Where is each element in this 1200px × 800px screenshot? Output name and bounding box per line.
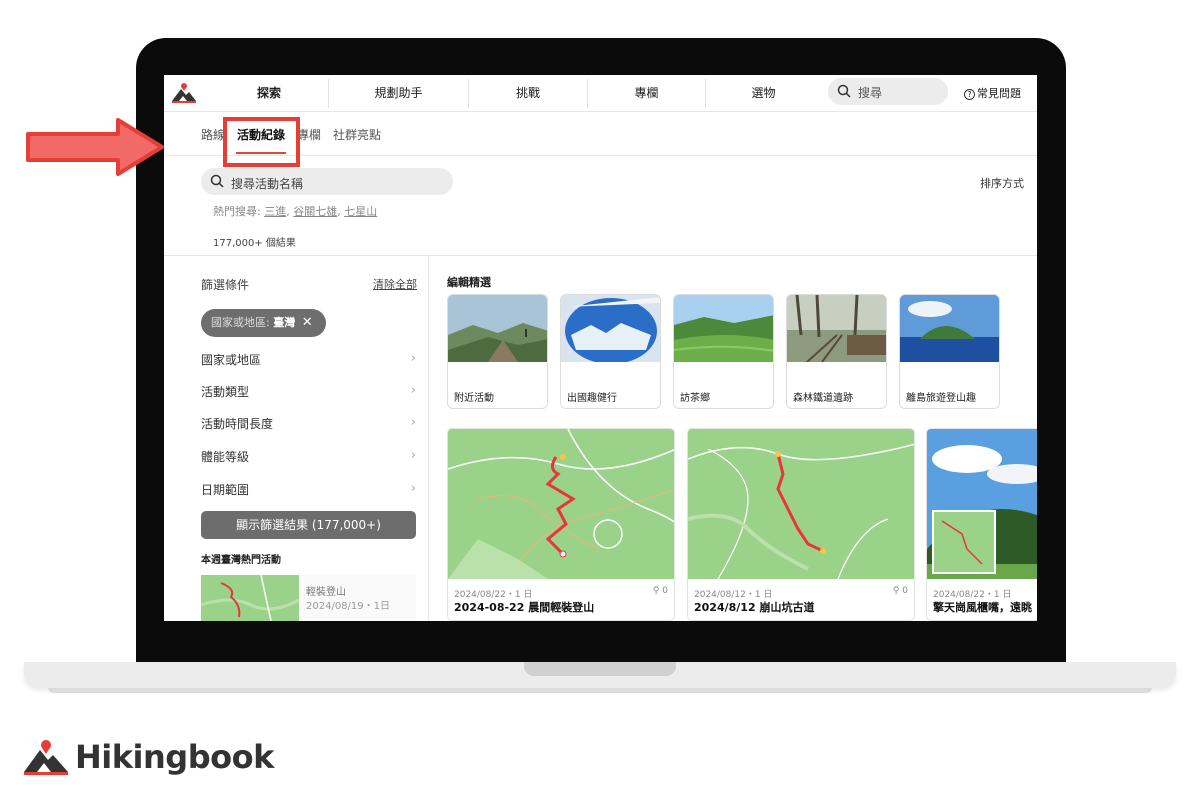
weekly-popular-title: 本週臺灣熱門活動 <box>201 555 281 566</box>
tab-column[interactable]: 專欄 <box>297 126 321 143</box>
hikingbook-logo-icon <box>24 740 68 775</box>
filter-row-date-range[interactable]: 日期範圍 › <box>201 481 416 501</box>
hot-search-term[interactable]: 七星山 <box>344 205 377 218</box>
filter-row-label: 活動類型 <box>201 385 250 399</box>
location-pin-icon: ⚲ <box>652 586 660 596</box>
filter-title: 篩選條件 <box>201 278 250 292</box>
nav-item-planner[interactable]: 規劃助手 <box>329 75 468 112</box>
editor-pick-card[interactable]: 訪茶鄉 <box>673 294 774 409</box>
weekly-activity-date: 2024/08/19・1日 <box>306 601 390 612</box>
route-map <box>448 429 674 579</box>
activity-title: 擎天崗風櫃嘴，遠眺 <box>933 601 1032 614</box>
nav-item-challenge[interactable]: 挑戰 <box>469 75 587 112</box>
nav-search-placeholder: 搜尋 <box>858 86 883 100</box>
activity-search-input[interactable]: 搜尋活動名稱 <box>201 168 453 195</box>
filter-row-country[interactable]: 國家或地區 › <box>201 351 416 371</box>
chip-prefix: 國家或地區: <box>211 316 270 329</box>
close-icon[interactable]: ✕ <box>302 315 313 330</box>
tea-plantation-image <box>674 295 773 362</box>
activity-likes-count: 0 <box>662 586 668 596</box>
brand-name: Hikingbook <box>75 738 274 776</box>
laptop-notch <box>524 662 676 676</box>
chip-value: 臺灣 <box>273 316 296 329</box>
route-map <box>688 429 914 579</box>
activity-title: 2024-08-22 晨間輕裝登山 <box>454 601 595 614</box>
filter-row-label: 體能等級 <box>201 450 250 464</box>
island-ocean-image <box>900 295 999 362</box>
laptop-base-foot <box>48 688 1152 693</box>
activity-likes: ⚲ 0 <box>653 586 668 596</box>
nav-item-explore[interactable]: 探索 <box>209 75 329 112</box>
weekly-activity-name: 輕裝登山 <box>306 587 346 598</box>
editor-pick-label: 離島旅遊登山趣 <box>906 393 976 404</box>
annotation-highlight-box <box>223 117 300 167</box>
editor-pick-label: 訪茶鄉 <box>680 393 710 404</box>
tab-routes[interactable]: 路線 <box>201 126 225 143</box>
activity-likes-count: 0 <box>902 586 908 596</box>
tab-community[interactable]: 社群亮點 <box>333 126 381 143</box>
hot-search-term[interactable]: 三進 <box>264 205 286 218</box>
annotation-arrow-icon <box>26 118 164 176</box>
nav-search-input[interactable]: 搜尋 <box>828 78 948 105</box>
chevron-right-icon: › <box>410 351 416 366</box>
divider <box>164 255 1037 256</box>
hot-search-label: 熱門搜尋: <box>213 205 261 218</box>
question-icon: ? <box>964 88 975 100</box>
editor-pick-label: 附近活動 <box>454 393 494 404</box>
weekly-activity-card[interactable]: 輕裝登山 2024/08/19・1日 <box>201 575 416 621</box>
clear-all-link[interactable]: 清除全部 <box>373 276 417 292</box>
forest-railway-image <box>787 295 886 362</box>
editor-pick-label: 森林鐵道遺跡 <box>793 393 853 404</box>
nav-item-column[interactable]: 專欄 <box>588 75 705 112</box>
show-results-button[interactable]: 顯示篩選結果 (177,000+) <box>201 511 416 539</box>
sort-button[interactable]: 排序方式 <box>980 175 1024 191</box>
chevron-right-icon: › <box>410 415 416 430</box>
hikingbook-logo-icon[interactable] <box>170 81 198 105</box>
filter-row-duration[interactable]: 活動時間長度 › <box>201 415 416 435</box>
mountain-ridge-image <box>448 295 547 362</box>
scenery-photo <box>927 429 1037 579</box>
editor-picks-title: 編輯精選 <box>447 276 491 289</box>
activity-title: 2024/8/12 崩山坑古道 <box>694 601 815 614</box>
hot-search-term[interactable]: 谷關七雄 <box>293 205 337 218</box>
filter-chip-country[interactable]: 國家或地區: 臺灣 ✕ <box>201 309 326 337</box>
filter-row-activity-type[interactable]: 活動類型 › <box>201 383 416 403</box>
editor-pick-card[interactable]: 出國趣健行 <box>560 294 661 409</box>
result-count: 177,000+ 個結果 <box>213 238 296 249</box>
activity-search-placeholder: 搜尋活動名稱 <box>231 177 304 191</box>
faq-label: 常見問題 <box>977 87 1021 100</box>
editor-pick-label: 出國趣健行 <box>567 393 617 404</box>
airplane-window-image <box>561 295 660 362</box>
filter-row-label: 活動時間長度 <box>201 417 274 431</box>
activity-likes: ⚲ 0 <box>893 586 908 596</box>
chevron-right-icon: › <box>410 383 416 398</box>
hot-searches: 熱門搜尋: 三進, 谷關七雄, 七星山 <box>213 205 378 218</box>
top-nav: 探索 規劃助手 挑戰 專欄 選物 搜尋 ? 常見問題 <box>164 75 1037 112</box>
chevron-right-icon: › <box>410 448 416 463</box>
editor-pick-card[interactable]: 附近活動 <box>447 294 548 409</box>
editor-pick-card[interactable]: 森林鐵道遺跡 <box>786 294 887 409</box>
faq-link[interactable]: ? 常見問題 <box>964 75 1021 112</box>
filter-row-label: 日期範圍 <box>201 483 250 497</box>
browser-screen: 探索 規劃助手 挑戰 專欄 選物 搜尋 ? 常見問題 路線 活動紀錄 專欄 社群亮… <box>164 75 1037 621</box>
route-map-thumbnail <box>201 575 299 621</box>
editor-pick-card[interactable]: 離島旅遊登山趣 <box>899 294 1000 409</box>
filter-row-fitness[interactable]: 體能等級 › <box>201 448 416 468</box>
sidebar-divider <box>428 256 429 621</box>
activity-card[interactable]: 2024/08/12・1 日 ⚲ 0 2024/8/12 崩山坑古道 <box>687 428 915 621</box>
location-pin-icon: ⚲ <box>892 586 900 596</box>
search-icon <box>837 84 851 98</box>
filter-row-label: 國家或地區 <box>201 353 262 367</box>
activity-card[interactable]: 2024/08/22・1 日 ⚲ 0 2024-08-22 晨間輕裝登山 <box>447 428 675 621</box>
nav-item-shop[interactable]: 選物 <box>706 75 821 112</box>
activity-card[interactable]: 2024/08/22・1 日 擎天崗風櫃嘴，遠眺 <box>926 428 1037 621</box>
search-icon <box>210 174 224 188</box>
chevron-right-icon: › <box>410 481 416 496</box>
